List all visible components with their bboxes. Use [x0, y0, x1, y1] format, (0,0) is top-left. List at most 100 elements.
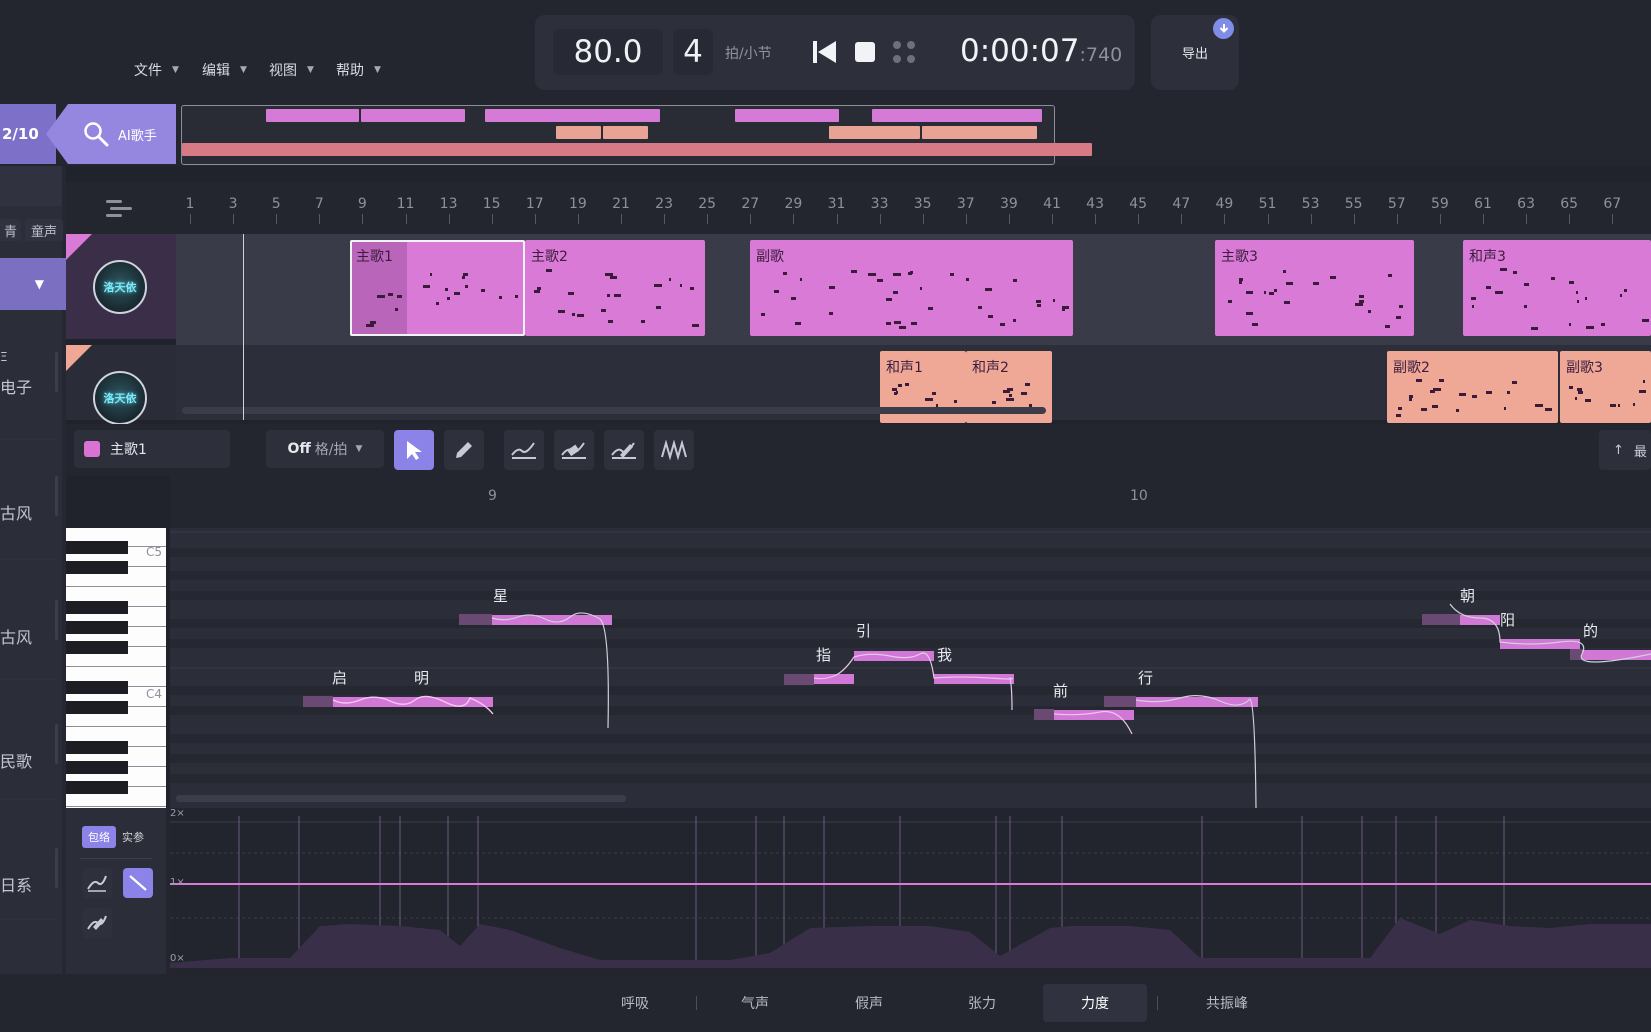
- clip-note: [949, 273, 954, 277]
- lyric-de[interactable]: 的: [1583, 620, 1598, 641]
- vibrato-icon[interactable]: [654, 430, 694, 470]
- lyric-xing2[interactable]: 行: [1138, 667, 1153, 688]
- tab-dynamics[interactable]: 力度: [1043, 984, 1147, 1022]
- piano-black-key[interactable]: [66, 601, 128, 614]
- clip-2-3[interactable]: 副歌2: [1387, 351, 1558, 423]
- chevron-down-icon: ▼: [374, 65, 381, 75]
- track-lane-1[interactable]: 主歌1 主歌2 副歌 主歌3 和声3: [176, 234, 1651, 345]
- piano-roll[interactable]: 启 明 星 指 引 我 前 行 朝 阳 的: [170, 528, 1651, 808]
- pencil-icon[interactable]: [444, 430, 484, 470]
- lyric-wo[interactable]: 我: [937, 644, 952, 665]
- ruler-tick: 25: [698, 196, 717, 212]
- export-button[interactable]: 导出: [1151, 15, 1239, 90]
- clip-note: [370, 323, 375, 327]
- lyric-yang[interactable]: 阳: [1500, 609, 1515, 630]
- clip-1-2[interactable]: 主歌2: [525, 240, 705, 336]
- stop-icon[interactable]: [850, 37, 880, 67]
- bar-ruler[interactable]: 9 10: [170, 476, 1651, 528]
- voice-tab-0[interactable]: 青: [0, 219, 22, 241]
- tab-breath[interactable]: 呼吸: [600, 984, 670, 1022]
- piano-black-key[interactable]: [66, 761, 128, 774]
- piano-black-key[interactable]: [66, 701, 128, 714]
- curve-icon[interactable]: [82, 868, 112, 898]
- skip-back-icon[interactable]: [810, 37, 840, 67]
- tab-tension[interactable]: 张力: [947, 984, 1017, 1022]
- param-mode-toggle[interactable]: 包络 实参: [82, 826, 150, 848]
- ruler-tick: 43: [1086, 196, 1105, 212]
- voice-tab-1[interactable]: 童声: [25, 219, 64, 241]
- playhead[interactable]: [243, 234, 244, 420]
- tempo-field[interactable]: 80.0: [553, 29, 663, 75]
- track-header-1[interactable]: 洛天依: [66, 234, 176, 339]
- ruler-line: [1396, 214, 1398, 224]
- tab-formant[interactable]: 共振峰: [1182, 984, 1272, 1022]
- piano-keyboard[interactable]: [66, 528, 166, 808]
- ai-singer-button[interactable]: AI歌手: [46, 104, 176, 164]
- line-icon[interactable]: [123, 868, 153, 898]
- lyric-zhao[interactable]: 朝: [1460, 585, 1475, 606]
- clip-name-label: 主歌1: [110, 442, 147, 458]
- snap-value: Off: [287, 441, 311, 457]
- clip-note: [1486, 286, 1491, 290]
- piano-black-key[interactable]: [66, 641, 128, 654]
- clip-note: [1471, 297, 1476, 301]
- tab-falsetto[interactable]: 假声: [834, 984, 904, 1022]
- clip-1-1[interactable]: 主歌1: [350, 240, 525, 336]
- time-main: 0:00:07: [960, 33, 1080, 69]
- lyric-yin[interactable]: 引: [856, 620, 871, 641]
- menu-help[interactable]: 帮助 ▼: [336, 60, 381, 80]
- menu-view[interactable]: 视图 ▼: [269, 60, 314, 80]
- avatar[interactable]: 洛天依: [93, 371, 147, 425]
- snap-unit: 格/拍: [314, 442, 348, 458]
- param-y-label: 0×: [170, 953, 185, 964]
- style-item[interactable]: 日系: [0, 800, 60, 920]
- snap-dropdown[interactable]: Off 格/拍 ▼: [266, 430, 384, 468]
- menu-icon[interactable]: [106, 199, 132, 219]
- transport-panel: 80.0 4 拍/小节 0:00:07:740: [535, 15, 1135, 90]
- clip-1-3[interactable]: 副歌: [750, 240, 1073, 336]
- clip-1-5[interactable]: 和声3: [1463, 240, 1651, 336]
- piano-black-key[interactable]: [66, 621, 128, 634]
- mode-envelope[interactable]: 包络: [82, 826, 116, 848]
- style-item[interactable]: 古风: [0, 560, 60, 680]
- piano-black-key[interactable]: [66, 561, 128, 574]
- pitch-lock-icon[interactable]: [604, 430, 644, 470]
- piano-black-key[interactable]: [66, 681, 128, 694]
- mode-actual[interactable]: 实参: [116, 826, 150, 848]
- track-header-2[interactable]: 洛天依: [66, 345, 176, 425]
- menu-file[interactable]: 文件 ▼: [134, 60, 179, 80]
- track-scrollbar[interactable]: [182, 407, 1046, 414]
- pitch-erase-icon[interactable]: [554, 430, 594, 470]
- piano-black-key[interactable]: [66, 781, 128, 794]
- parameter-graph[interactable]: [170, 808, 1651, 974]
- timeline-ruler[interactable]: 1 3 5 7 9 11 13 15 17 19 21 23 25 27 29 31 33 35 37 39 41 43 4…: [176, 182, 1651, 234]
- avatar[interactable]: 洛天依: [93, 260, 147, 314]
- voice-select[interactable]: ▼: [0, 258, 66, 310]
- clip-1-4[interactable]: 主歌3: [1215, 240, 1414, 336]
- clip-name-field[interactable]: 主歌1: [74, 430, 230, 468]
- lyric-zhi[interactable]: 指: [816, 644, 831, 665]
- piano-black-key[interactable]: [66, 741, 128, 754]
- lyric-qi[interactable]: 启: [332, 667, 347, 688]
- tab-aspiration[interactable]: 气声: [720, 984, 790, 1022]
- beats-per-bar-field[interactable]: 4: [673, 29, 713, 75]
- ruler-line: [750, 214, 752, 224]
- style-item[interactable]: Ξ 电子: [0, 320, 60, 440]
- clip-2-4[interactable]: 副歌3: [1560, 351, 1651, 423]
- ruler-line: [534, 214, 536, 224]
- ruler-line: [1267, 214, 1269, 224]
- clip-note: [886, 321, 892, 325]
- pitch-curve-icon[interactable]: [504, 430, 544, 470]
- dots-icon[interactable]: [889, 37, 919, 67]
- menu-edit[interactable]: 编辑 ▼: [202, 60, 247, 80]
- upper-right-button[interactable]: ↑ 最: [1599, 430, 1651, 470]
- style-item[interactable]: 民歌: [0, 680, 60, 800]
- style-item[interactable]: 古风: [0, 440, 60, 560]
- select-icon[interactable]: [394, 430, 434, 470]
- lyric-xing[interactable]: 星: [493, 585, 508, 606]
- clip-note: [877, 279, 884, 283]
- piano-black-key[interactable]: [66, 541, 128, 554]
- lyric-qian[interactable]: 前: [1053, 680, 1068, 701]
- lyric-ming[interactable]: 明: [414, 667, 429, 688]
- erase-curve-icon[interactable]: [82, 908, 112, 938]
